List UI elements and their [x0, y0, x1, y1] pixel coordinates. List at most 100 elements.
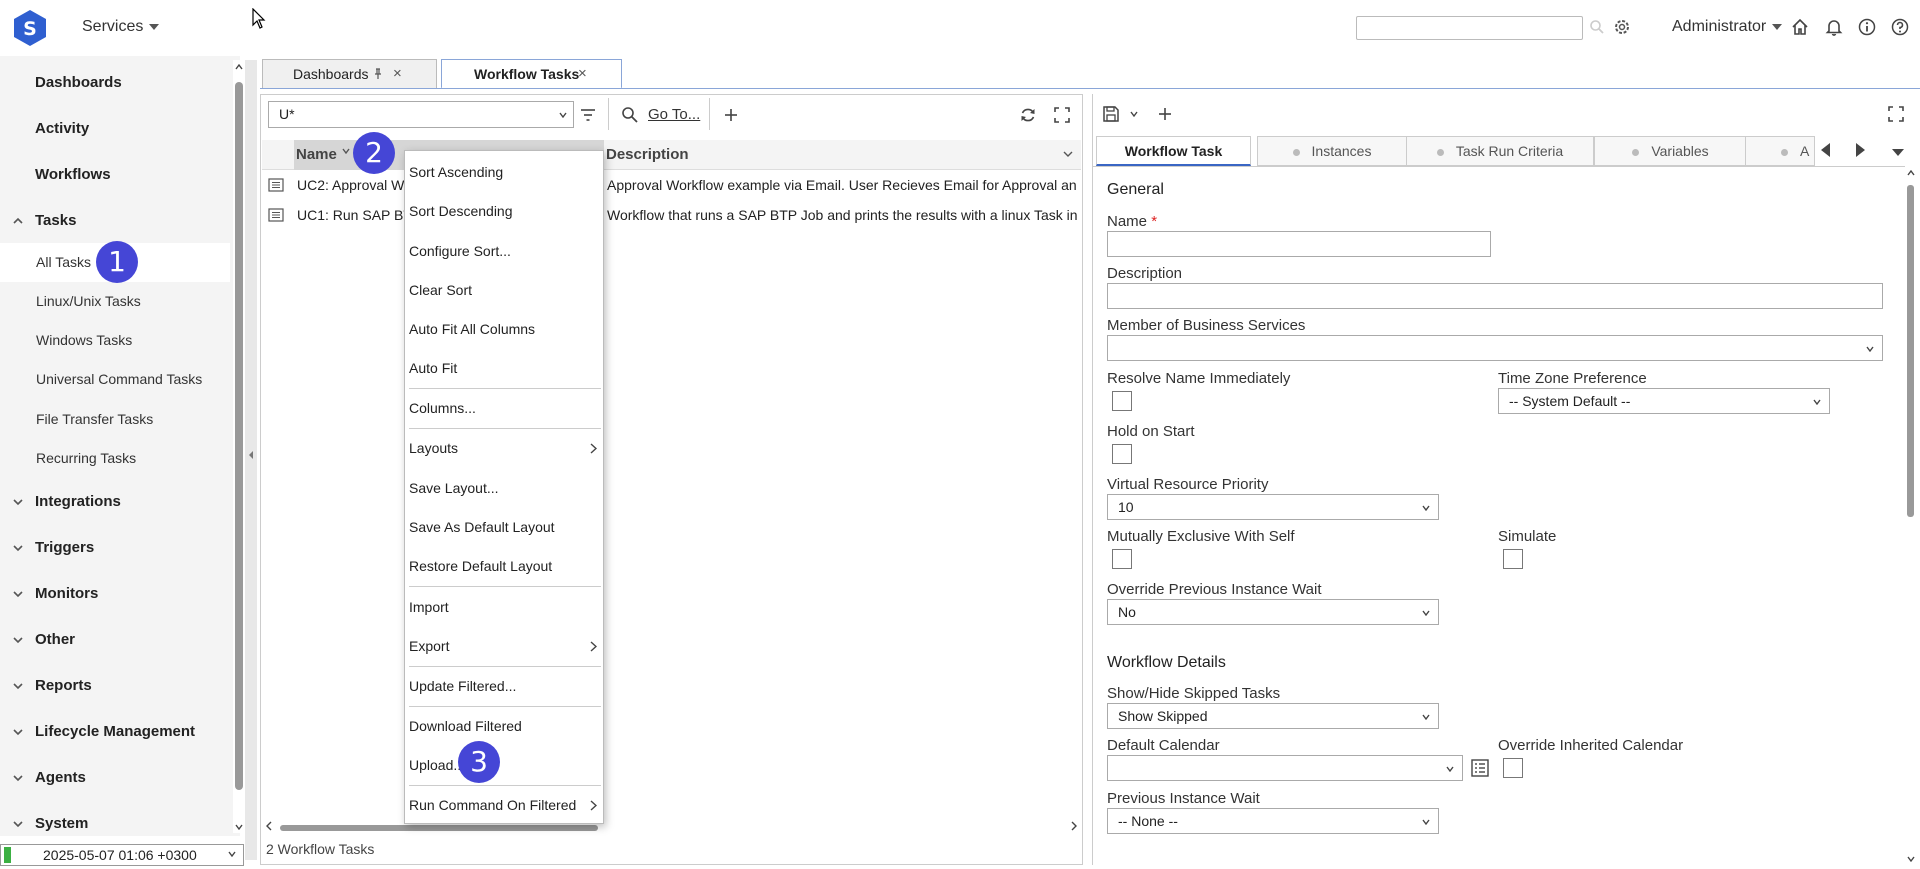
mutually-exclusive-checkbox[interactable]: [1112, 549, 1132, 569]
tab-workflow-task[interactable]: Workflow Task: [1096, 136, 1251, 166]
tab-task-run-criteria[interactable]: Task Run Criteria: [1406, 136, 1594, 166]
table-row[interactable]: UC2: Approval W Approval Workflow exampl…: [262, 170, 1081, 200]
chevron-down-icon[interactable]: [1130, 111, 1138, 117]
menu-item-save-layout[interactable]: Save Layout...: [405, 473, 605, 503]
menu-item-columns[interactable]: Columns...: [405, 393, 605, 423]
sidebar-item-tasks[interactable]: Tasks: [0, 201, 230, 241]
menu-item-upload[interactable]: Upload...: [405, 750, 605, 780]
default-calendar-select[interactable]: [1107, 755, 1463, 781]
close-icon[interactable]: ×: [393, 60, 402, 88]
info-icon[interactable]: [1857, 17, 1877, 37]
sidebar-item-universal-command-tasks[interactable]: Universal Command Tasks: [0, 360, 230, 399]
goto-button[interactable]: Go To...: [648, 106, 700, 123]
menu-item-download-filtered[interactable]: Download Filtered: [405, 711, 605, 741]
form-scroll-thumb[interactable]: [1907, 185, 1914, 517]
sidebar-item-activity[interactable]: Activity: [0, 109, 230, 149]
menu-item-restore-default-layout[interactable]: Restore Default Layout: [405, 551, 605, 581]
scroll-right-icon[interactable]: [1071, 821, 1077, 831]
menu-item-configure-sort[interactable]: Configure Sort...: [405, 236, 605, 266]
column-label-description[interactable]: Description: [606, 146, 689, 163]
calendar-list-icon[interactable]: [1470, 758, 1490, 778]
timestamp-selector[interactable]: 2025-05-07 01:06 +0300: [0, 844, 244, 866]
tab-instances[interactable]: Instances: [1257, 136, 1407, 166]
sidebar-item-agents[interactable]: Agents: [0, 758, 230, 798]
services-menu[interactable]: Services: [82, 18, 160, 36]
simulate-checkbox[interactable]: [1503, 549, 1523, 569]
bell-icon[interactable]: [1824, 17, 1844, 37]
tab-variables[interactable]: Variables: [1594, 136, 1747, 166]
pin-icon[interactable]: [373, 68, 383, 80]
sidebar-item-file-transfer-tasks[interactable]: File Transfer Tasks: [0, 400, 230, 439]
close-icon[interactable]: ×: [578, 60, 587, 88]
tab-dashboards[interactable]: Dashboards ×: [262, 59, 437, 89]
sidebar-item-integrations[interactable]: Integrations: [0, 482, 230, 522]
save-icon[interactable]: [1101, 104, 1121, 124]
description-input[interactable]: [1107, 283, 1883, 309]
sidebar-item-recurring-tasks[interactable]: Recurring Tasks: [0, 439, 230, 478]
sidebar-item-workflows[interactable]: Workflows: [0, 155, 230, 195]
sidebar-item-system[interactable]: System: [0, 804, 230, 844]
help-icon[interactable]: [1890, 17, 1910, 37]
filter-icon[interactable]: [578, 105, 598, 125]
chevron-down-icon[interactable]: [1063, 151, 1073, 158]
sidebar-item-other[interactable]: Other: [0, 620, 230, 660]
previous-instance-wait-select[interactable]: -- None --: [1107, 808, 1439, 834]
menu-item-auto-fit[interactable]: Auto Fit: [405, 353, 605, 383]
sidebar-scroll-thumb[interactable]: [235, 82, 243, 790]
collapse-left-icon[interactable]: [248, 450, 254, 460]
scroll-up-icon[interactable]: [235, 64, 243, 70]
tab-overflow[interactable]: A: [1745, 136, 1815, 166]
horizontal-scroll-thumb[interactable]: [280, 825, 598, 831]
sidebar-item-lifecycle-management[interactable]: Lifecycle Management: [0, 712, 230, 752]
sidebar-item-triggers[interactable]: Triggers: [0, 528, 230, 568]
sidebar-item-dashboards[interactable]: Dashboards: [0, 63, 230, 103]
scroll-down-icon[interactable]: [1907, 856, 1915, 862]
sidebar-item-reports[interactable]: Reports: [0, 666, 230, 706]
add-icon[interactable]: [1155, 104, 1175, 124]
add-icon[interactable]: [721, 105, 741, 125]
sidebar-item-linux-unix-tasks[interactable]: Linux/Unix Tasks: [0, 282, 230, 321]
name-input[interactable]: [1107, 231, 1491, 257]
menu-item-import[interactable]: Import: [405, 592, 605, 622]
user-menu[interactable]: Administrator: [1672, 18, 1783, 36]
show-hide-skipped-select[interactable]: Show Skipped: [1107, 703, 1439, 729]
menu-item-clear-sort[interactable]: Clear Sort: [405, 275, 605, 305]
menu-item-layouts[interactable]: Layouts: [405, 433, 605, 463]
timezone-select[interactable]: -- System Default --: [1498, 388, 1830, 414]
scroll-down-icon[interactable]: [235, 824, 243, 830]
sidebar-item-monitors[interactable]: Monitors: [0, 574, 230, 614]
vr-priority-select[interactable]: 10: [1107, 494, 1439, 520]
search-icon[interactable]: [620, 105, 640, 125]
business-services-select[interactable]: [1107, 335, 1883, 361]
home-icon[interactable]: [1790, 17, 1810, 37]
global-search-input[interactable]: [1356, 16, 1583, 40]
menu-item-sort-ascending[interactable]: Sort Ascending: [405, 157, 605, 187]
menu-item-auto-fit-all-columns[interactable]: Auto Fit All Columns: [405, 314, 605, 344]
menu-item-run-command-on-filtered[interactable]: Run Command On Filtered: [405, 790, 605, 820]
chevron-down-icon[interactable]: [559, 112, 567, 118]
sort-chevron-icon[interactable]: [342, 148, 350, 154]
table-row[interactable]: UC1: Run SAP BT Workflow that runs a SAP…: [262, 200, 1081, 230]
scroll-left-icon[interactable]: [266, 821, 272, 831]
resolve-name-checkbox[interactable]: [1112, 391, 1132, 411]
tab-scroll-left-icon[interactable]: [1818, 141, 1832, 159]
sidebar-scrollbar[interactable]: [233, 60, 245, 833]
menu-item-save-as-default-layout[interactable]: Save As Default Layout: [405, 512, 605, 542]
menu-item-sort-descending[interactable]: Sort Descending: [405, 196, 605, 226]
refresh-icon[interactable]: [1018, 105, 1038, 125]
sidebar-splitter[interactable]: [245, 60, 257, 860]
sidebar-item-windows-tasks[interactable]: Windows Tasks: [0, 321, 230, 360]
tab-workflow-tasks[interactable]: Workflow Tasks ×: [441, 59, 622, 89]
tab-menu-icon[interactable]: [1891, 147, 1905, 157]
menu-item-export[interactable]: Export: [405, 631, 605, 661]
hold-on-start-checkbox[interactable]: [1112, 444, 1132, 464]
app-logo-icon[interactable]: S: [13, 9, 47, 47]
tab-scroll-right-icon[interactable]: [1854, 141, 1868, 159]
maximize-icon[interactable]: [1886, 104, 1906, 124]
expand-icon[interactable]: [1052, 105, 1072, 125]
column-label-name[interactable]: Name: [296, 146, 337, 163]
override-prev-instance-wait-select[interactable]: No: [1107, 599, 1439, 625]
scroll-up-icon[interactable]: [1907, 170, 1915, 176]
override-inherited-calendar-checkbox[interactable]: [1503, 758, 1523, 778]
search-icon[interactable]: [1589, 19, 1605, 35]
